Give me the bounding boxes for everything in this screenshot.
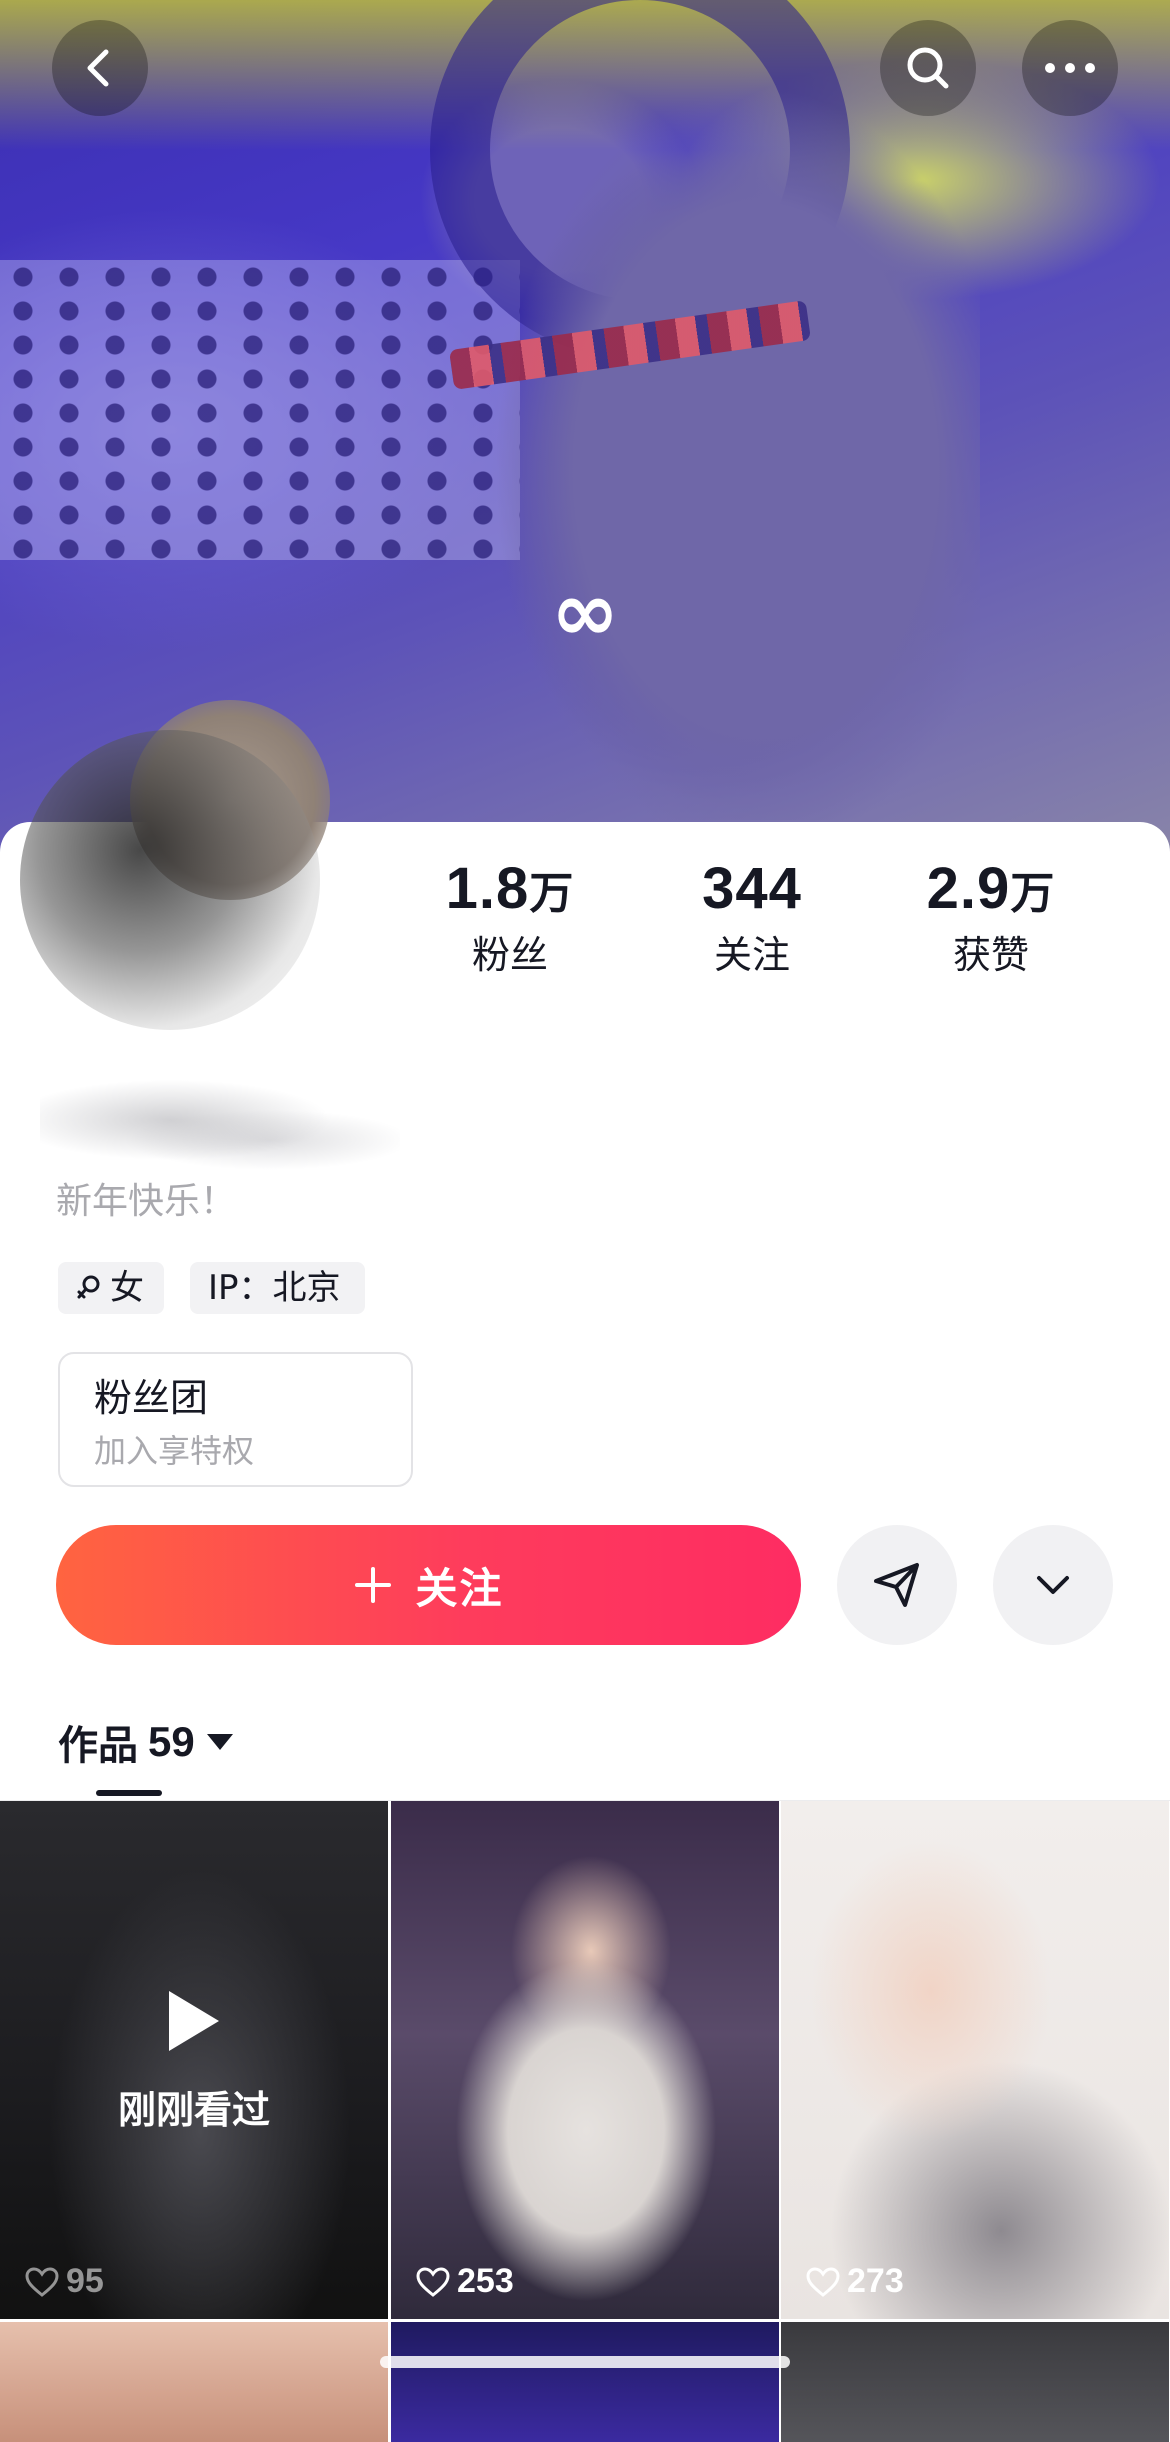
avatar-scribble xyxy=(20,730,320,1030)
video-likes: 95 xyxy=(24,2262,104,2301)
follow-button[interactable]: 关注 xyxy=(56,1525,801,1645)
play-icon xyxy=(169,1991,219,2051)
stat-value: 1.8万 xyxy=(445,856,575,921)
video-likes: 273 xyxy=(805,2262,904,2301)
search-button[interactable] xyxy=(880,20,976,116)
female-icon xyxy=(77,1275,100,1299)
home-indicator[interactable] xyxy=(380,2356,790,2368)
tab-active-indicator xyxy=(96,1790,162,1796)
tab-works-count: 59 xyxy=(148,1718,195,1765)
video-thumbnail[interactable] xyxy=(781,2322,1169,2442)
recently-watched-overlay: 刚刚看过 xyxy=(0,1991,388,2134)
video-thumbnail[interactable] xyxy=(391,2322,779,2442)
follow-label: 关注 xyxy=(415,1563,504,1613)
infinity-icon: ∞ xyxy=(550,565,620,660)
video-thumbnail[interactable]: 刚刚看过 95 xyxy=(0,1801,388,2319)
recently-watched-label: 刚刚看过 xyxy=(117,2088,270,2132)
stat-value: 2.9万 xyxy=(926,856,1056,921)
more-button[interactable] xyxy=(1022,20,1118,116)
avatar[interactable] xyxy=(20,690,350,1030)
likes-count: 253 xyxy=(457,2262,514,2300)
gender-label: 女 xyxy=(110,1268,144,1308)
gender-tag: 女 xyxy=(58,1262,164,1314)
stat-value: 344 xyxy=(702,856,802,921)
fan-club-subtitle: 加入享特权 xyxy=(94,1432,255,1470)
more-icon xyxy=(1045,63,1095,73)
video-thumbnail[interactable]: 253 xyxy=(391,1801,779,2319)
stat-likes[interactable]: 2.9万 获赞 xyxy=(891,855,1091,982)
stat-label: 关注 xyxy=(713,933,790,977)
likes-count: 273 xyxy=(847,2262,904,2300)
video-thumbnail[interactable] xyxy=(0,2322,388,2442)
stat-label: 粉丝 xyxy=(471,933,548,977)
chevron-down-icon xyxy=(1037,1576,1069,1594)
heart-icon xyxy=(416,2266,450,2297)
tab-works[interactable]: 作品 59 xyxy=(58,1712,233,1772)
share-button[interactable] xyxy=(837,1525,957,1645)
heart-icon xyxy=(25,2266,59,2297)
expand-button[interactable] xyxy=(993,1525,1113,1645)
stat-followers[interactable]: 1.8万 粉丝 xyxy=(410,855,610,982)
stat-following[interactable]: 344 关注 xyxy=(652,855,852,982)
ip-label: IP：北京 xyxy=(208,1268,341,1308)
video-likes: 253 xyxy=(415,2262,514,2301)
ip-location-tag: IP：北京 xyxy=(190,1262,365,1314)
fan-club-card[interactable]: 粉丝团 加入享特权 xyxy=(58,1352,413,1487)
chevron-left-icon xyxy=(87,49,109,87)
plus-icon xyxy=(355,1567,392,1603)
likes-count: 95 xyxy=(66,2262,104,2300)
stat-label: 获赞 xyxy=(952,933,1029,977)
video-thumbnail[interactable]: 273 xyxy=(781,1801,1169,2319)
profile-bio: 新年快乐！ xyxy=(56,1181,237,1222)
caret-down-icon[interactable] xyxy=(206,1734,233,1750)
back-button[interactable] xyxy=(52,20,148,116)
search-icon xyxy=(907,47,949,89)
heart-icon xyxy=(806,2266,840,2297)
fan-club-title: 粉丝团 xyxy=(94,1376,209,1420)
cover-cat xyxy=(420,40,980,820)
tab-works-label: 作品 xyxy=(58,1723,138,1769)
paper-plane-icon xyxy=(874,1563,919,1607)
